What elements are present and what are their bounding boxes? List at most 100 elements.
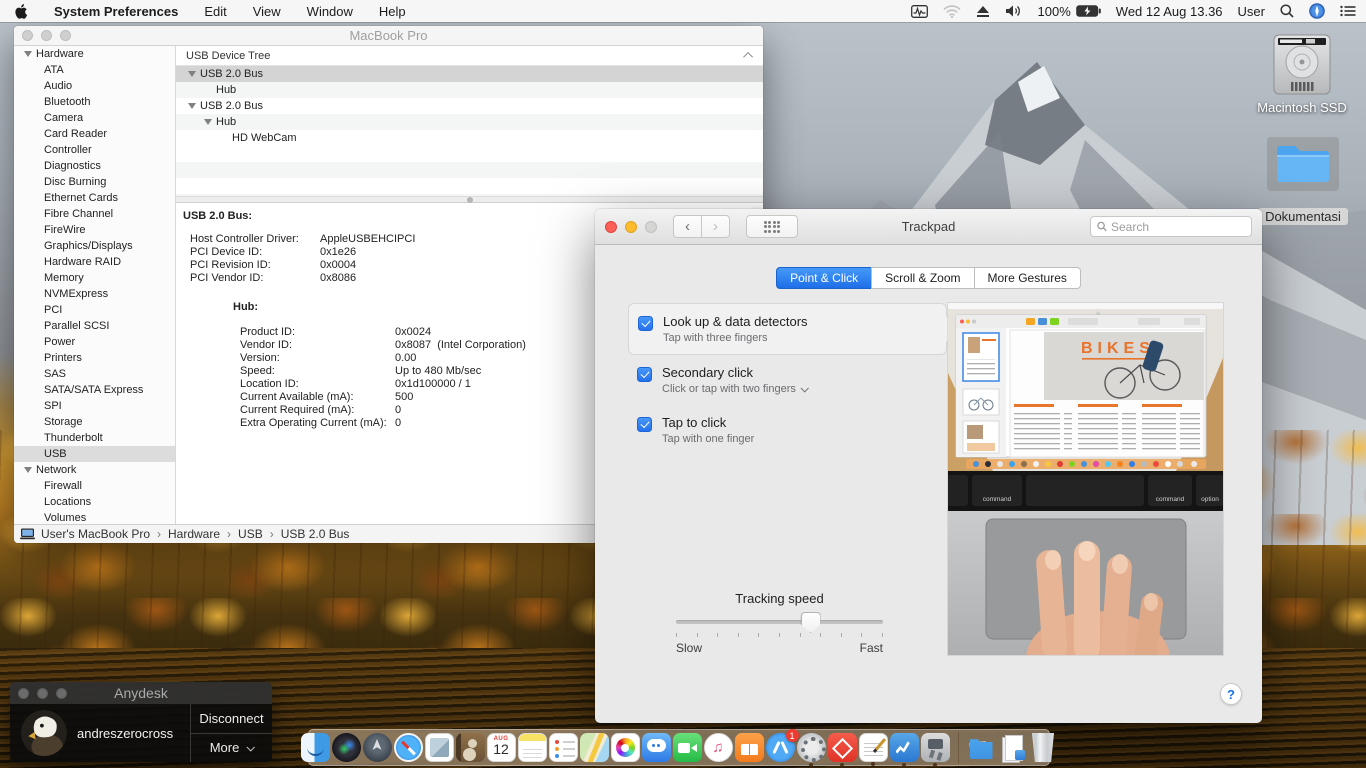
dock-launchpad[interactable] — [363, 733, 392, 762]
spotlight-icon[interactable] — [1280, 4, 1294, 18]
wifi-icon[interactable] — [943, 5, 961, 18]
chevron-down-icon[interactable] — [800, 384, 808, 392]
sidebar-item[interactable]: SAS — [14, 366, 175, 382]
sidebar-item[interactable]: Power — [14, 334, 175, 350]
look-up-checkbox[interactable] — [638, 316, 653, 331]
dock-siri[interactable] — [332, 733, 361, 762]
sidebar-item[interactable]: Memory — [14, 270, 175, 286]
more-button[interactable]: More — [191, 733, 272, 763]
sidebar-item[interactable]: Card Reader — [14, 126, 175, 142]
disclosure-triangle-icon[interactable] — [24, 51, 32, 57]
tracking-speed-thumb[interactable] — [801, 612, 821, 633]
user-menu[interactable]: User — [1238, 4, 1265, 19]
option-look-up[interactable]: Look up & data detectors Tap with three … — [628, 303, 947, 355]
sidebar-item[interactable]: Controller — [14, 142, 175, 158]
forward-button[interactable]: › — [701, 215, 730, 238]
sidebar-item[interactable]: FireWire — [14, 222, 175, 238]
tab[interactable]: Scroll & Zoom — [871, 267, 974, 289]
dock-anydesk[interactable] — [828, 733, 857, 762]
search-field[interactable] — [1090, 216, 1252, 237]
dock-textedit[interactable] — [859, 733, 888, 762]
sidebar-item[interactable]: Volumes — [14, 510, 175, 524]
search-input[interactable] — [1111, 220, 1245, 234]
anydesk-titlebar[interactable]: Anydesk — [10, 682, 272, 704]
dock-itunes[interactable]: ♫ — [704, 733, 733, 762]
menu-item[interactable]: View — [253, 4, 281, 19]
tab[interactable]: Point & Click — [776, 267, 872, 289]
sidebar-item[interactable]: USB — [14, 446, 175, 462]
dock-facetime[interactable] — [673, 733, 702, 762]
disconnect-button[interactable]: Disconnect — [191, 704, 272, 733]
menu-item[interactable]: Window — [307, 4, 353, 19]
breadcrumb-item[interactable]: Hardware — [150, 527, 220, 541]
sidebar-item[interactable]: Locations — [14, 494, 175, 510]
dock-intel-power-gadget[interactable] — [890, 733, 919, 762]
disclosure-triangle-icon[interactable] — [188, 71, 196, 77]
disclosure-triangle-icon[interactable] — [204, 119, 212, 125]
dock-contacts[interactable] — [456, 733, 485, 762]
option-tap-to-click[interactable]: Tap to click Tap with one finger — [628, 415, 947, 445]
dock-reminders[interactable] — [549, 733, 578, 762]
sidebar-item[interactable]: ATA — [14, 62, 175, 78]
app-menu-title[interactable]: System Preferences — [54, 4, 178, 19]
close-button[interactable] — [605, 221, 617, 233]
dock-mail[interactable] — [425, 733, 454, 762]
back-button[interactable]: ‹ — [673, 215, 702, 238]
eject-icon[interactable] — [976, 5, 990, 18]
volume-icon[interactable] — [1005, 4, 1023, 18]
tree-row[interactable]: HD WebCam — [176, 130, 763, 146]
dock-finder[interactable] — [301, 733, 330, 762]
dock-downloads-stack[interactable] — [998, 733, 1027, 762]
tab[interactable]: More Gestures — [974, 267, 1081, 289]
dock-photos[interactable] — [611, 733, 640, 762]
breadcrumb-item[interactable]: User's MacBook Pro — [41, 527, 150, 541]
option-secondary-click[interactable]: Secondary click Click or tap with two fi… — [628, 365, 947, 395]
sidebar-item[interactable]: Audio — [14, 78, 175, 94]
sidebar-item[interactable]: SATA/SATA Express — [14, 382, 175, 398]
trackpad-titlebar[interactable]: ‹ › Trackpad — [595, 209, 1262, 245]
option-subtitle[interactable]: Click or tap with two fingers — [662, 383, 807, 395]
dock-ibooks[interactable] — [735, 733, 764, 762]
dock-archive-utility[interactable] — [921, 733, 950, 762]
tree-row[interactable]: USB 2.0 Bus — [176, 66, 763, 82]
dock-maps[interactable] — [580, 733, 609, 762]
dock-app-store[interactable]: 1 — [766, 733, 795, 762]
notification-list-icon[interactable] — [1340, 5, 1356, 17]
tree-row[interactable]: USB 2.0 Bus — [176, 98, 763, 114]
usb-device-tree-header[interactable]: USB Device Tree — [176, 46, 763, 66]
sidebar-item[interactable]: Parallel SCSI — [14, 318, 175, 334]
sidebar-item[interactable]: Camera — [14, 110, 175, 126]
sidebar-item[interactable]: Firewall — [14, 478, 175, 494]
minimize-button[interactable] — [37, 688, 48, 699]
dock-safari[interactable] — [394, 733, 423, 762]
dock-calendar[interactable]: AUG 12 — [487, 733, 516, 762]
activity-monitor-icon[interactable] — [911, 5, 928, 18]
sidebar-item[interactable]: Storage — [14, 414, 175, 430]
sidebar-item[interactable]: Hardware RAID — [14, 254, 175, 270]
sidebar-item[interactable]: Ethernet Cards — [14, 190, 175, 206]
menu-item[interactable]: Help — [379, 4, 406, 19]
collapse-chevron-icon[interactable] — [743, 52, 753, 62]
sidebar-group-hardware[interactable]: Hardware — [14, 46, 175, 62]
show-all-button[interactable] — [746, 215, 798, 238]
secondary-click-checkbox[interactable] — [637, 367, 652, 382]
sidebar-item[interactable]: NVMExpress — [14, 286, 175, 302]
zoom-button[interactable] — [645, 221, 657, 233]
sidebar-item[interactable]: Fibre Channel — [14, 206, 175, 222]
sidebar-group-network[interactable]: Network — [14, 462, 175, 478]
dock-notes[interactable] — [518, 733, 547, 762]
tap-to-click-checkbox[interactable] — [637, 417, 652, 432]
menu-clock[interactable]: Wed 12 Aug 13.36 — [1116, 4, 1223, 19]
sidebar-item[interactable]: PCI — [14, 302, 175, 318]
sidebar-item[interactable]: Diagnostics — [14, 158, 175, 174]
sidebar-item[interactable]: Disc Burning — [14, 174, 175, 190]
help-button[interactable]: ? — [1220, 683, 1242, 705]
minimize-button[interactable] — [625, 221, 637, 233]
pane-splitter[interactable] — [176, 196, 763, 203]
system-information-titlebar[interactable]: MacBook Pro — [14, 26, 763, 46]
zoom-button[interactable] — [56, 688, 67, 699]
sidebar-item[interactable]: Graphics/Displays — [14, 238, 175, 254]
dock-system-preferences[interactable] — [797, 733, 826, 762]
close-button[interactable] — [18, 688, 29, 699]
sidebar-item[interactable]: Bluetooth — [14, 94, 175, 110]
